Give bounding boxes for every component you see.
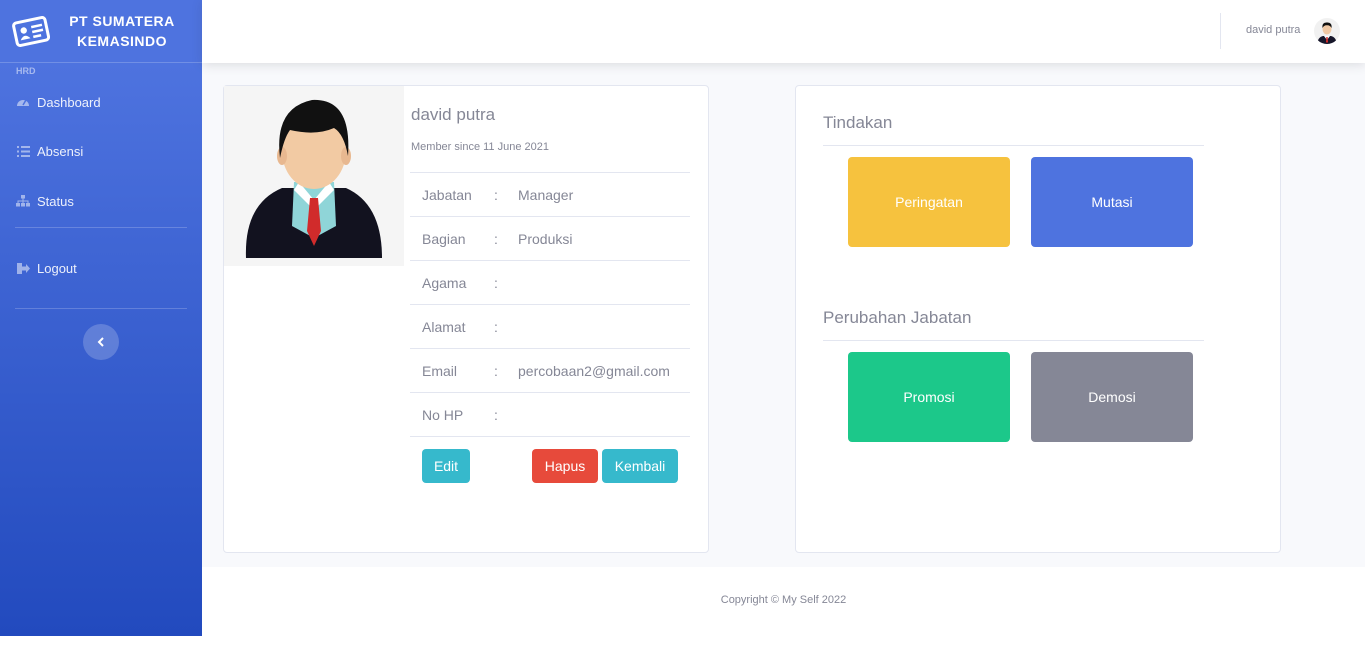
field-separator: : xyxy=(494,260,518,305)
profile-photo xyxy=(224,86,404,266)
chevron-left-icon xyxy=(97,337,104,347)
brand-line-2: KEMASINDO xyxy=(76,33,168,49)
sidebar-divider xyxy=(15,308,187,309)
promosi-button[interactable]: Promosi xyxy=(848,352,1010,442)
delete-button[interactable]: Hapus xyxy=(532,449,598,483)
field-value: Produksi xyxy=(518,216,690,261)
profile-card: david putra Member since 11 June 2021 Ja… xyxy=(223,85,709,553)
sidebar-item-label: Absensi xyxy=(37,143,84,159)
field-value: Manager xyxy=(518,172,690,217)
field-separator: : xyxy=(494,172,518,217)
user-avatar[interactable] xyxy=(1314,18,1340,44)
tachometer-icon xyxy=(16,95,30,109)
section-title-tindakan: Tindakan xyxy=(823,113,893,132)
sidebar-item-label: Dashboard xyxy=(37,94,101,110)
peringatan-button[interactable]: Peringatan xyxy=(848,157,1010,247)
table-row: No HP : xyxy=(410,392,690,437)
sidebar-item-status[interactable]: Status xyxy=(0,176,202,226)
brand-line-1: PT SUMATERA xyxy=(69,13,175,29)
field-label: Email xyxy=(410,348,494,393)
sign-out-icon xyxy=(16,261,30,275)
topbar: david putra xyxy=(202,0,1365,63)
field-separator: : xyxy=(494,216,518,261)
field-label: No HP xyxy=(410,392,494,437)
table-row: Agama : xyxy=(410,260,690,305)
profile-name: david putra xyxy=(411,105,496,124)
table-row: Email : percobaan2@gmail.com xyxy=(410,348,690,393)
sidebar-brand[interactable]: PT SUMATERA KEMASINDO xyxy=(0,0,202,63)
list-icon xyxy=(16,144,30,158)
brand-name: PT SUMATERA KEMASINDO xyxy=(62,11,182,51)
field-value xyxy=(518,304,690,349)
sidebar-toggle-button[interactable] xyxy=(83,324,119,360)
profile-info-table: Jabatan : Manager Bagian : Produksi Agam… xyxy=(410,172,690,437)
member-since: Member since 11 June 2021 xyxy=(411,141,549,153)
field-separator: : xyxy=(494,348,518,393)
sitemap-icon xyxy=(16,194,30,208)
field-value xyxy=(518,260,690,305)
table-row: Alamat : xyxy=(410,304,690,349)
field-label: Jabatan xyxy=(410,172,494,217)
field-separator: : xyxy=(494,392,518,437)
sidebar: PT SUMATERA KEMASINDO HRD Dashboard Abse… xyxy=(0,0,202,636)
back-button[interactable]: Kembali xyxy=(602,449,678,483)
table-row: Jabatan : Manager xyxy=(410,172,690,217)
field-label: Alamat xyxy=(410,304,494,349)
sidebar-item-logout[interactable]: Logout xyxy=(0,228,202,308)
mutasi-button[interactable]: Mutasi xyxy=(1031,157,1193,247)
sidebar-item-dashboard[interactable]: Dashboard xyxy=(0,78,202,126)
footer: Copyright © My Self 2022 xyxy=(202,567,1365,636)
field-label: Agama xyxy=(410,260,494,305)
field-separator: : xyxy=(494,304,518,349)
field-value xyxy=(518,392,690,437)
demosi-button[interactable]: Demosi xyxy=(1031,352,1193,442)
table-row: Bagian : Produksi xyxy=(410,216,690,261)
section-divider xyxy=(823,340,1204,341)
section-divider xyxy=(823,145,1204,146)
main-content: david putra Member since 11 June 2021 Ja… xyxy=(202,63,1365,567)
id-card-icon xyxy=(12,15,50,48)
edit-button[interactable]: Edit xyxy=(422,449,470,483)
sidebar-item-absensi[interactable]: Absensi xyxy=(0,126,202,176)
sidebar-heading: HRD xyxy=(16,66,36,76)
actions-card: Tindakan Peringatan Mutasi Perubahan Jab… xyxy=(795,85,1281,553)
section-title-perubahan-jabatan: Perubahan Jabatan xyxy=(823,308,972,327)
field-label: Bagian xyxy=(410,216,494,261)
field-value: percobaan2@gmail.com xyxy=(518,348,690,393)
sidebar-item-label: Logout xyxy=(37,260,77,276)
copyright-text: Copyright © My Self 2022 xyxy=(720,594,847,606)
sidebar-item-label: Status xyxy=(37,193,74,209)
topbar-divider xyxy=(1220,13,1221,49)
topbar-username[interactable]: david putra xyxy=(1246,24,1300,36)
